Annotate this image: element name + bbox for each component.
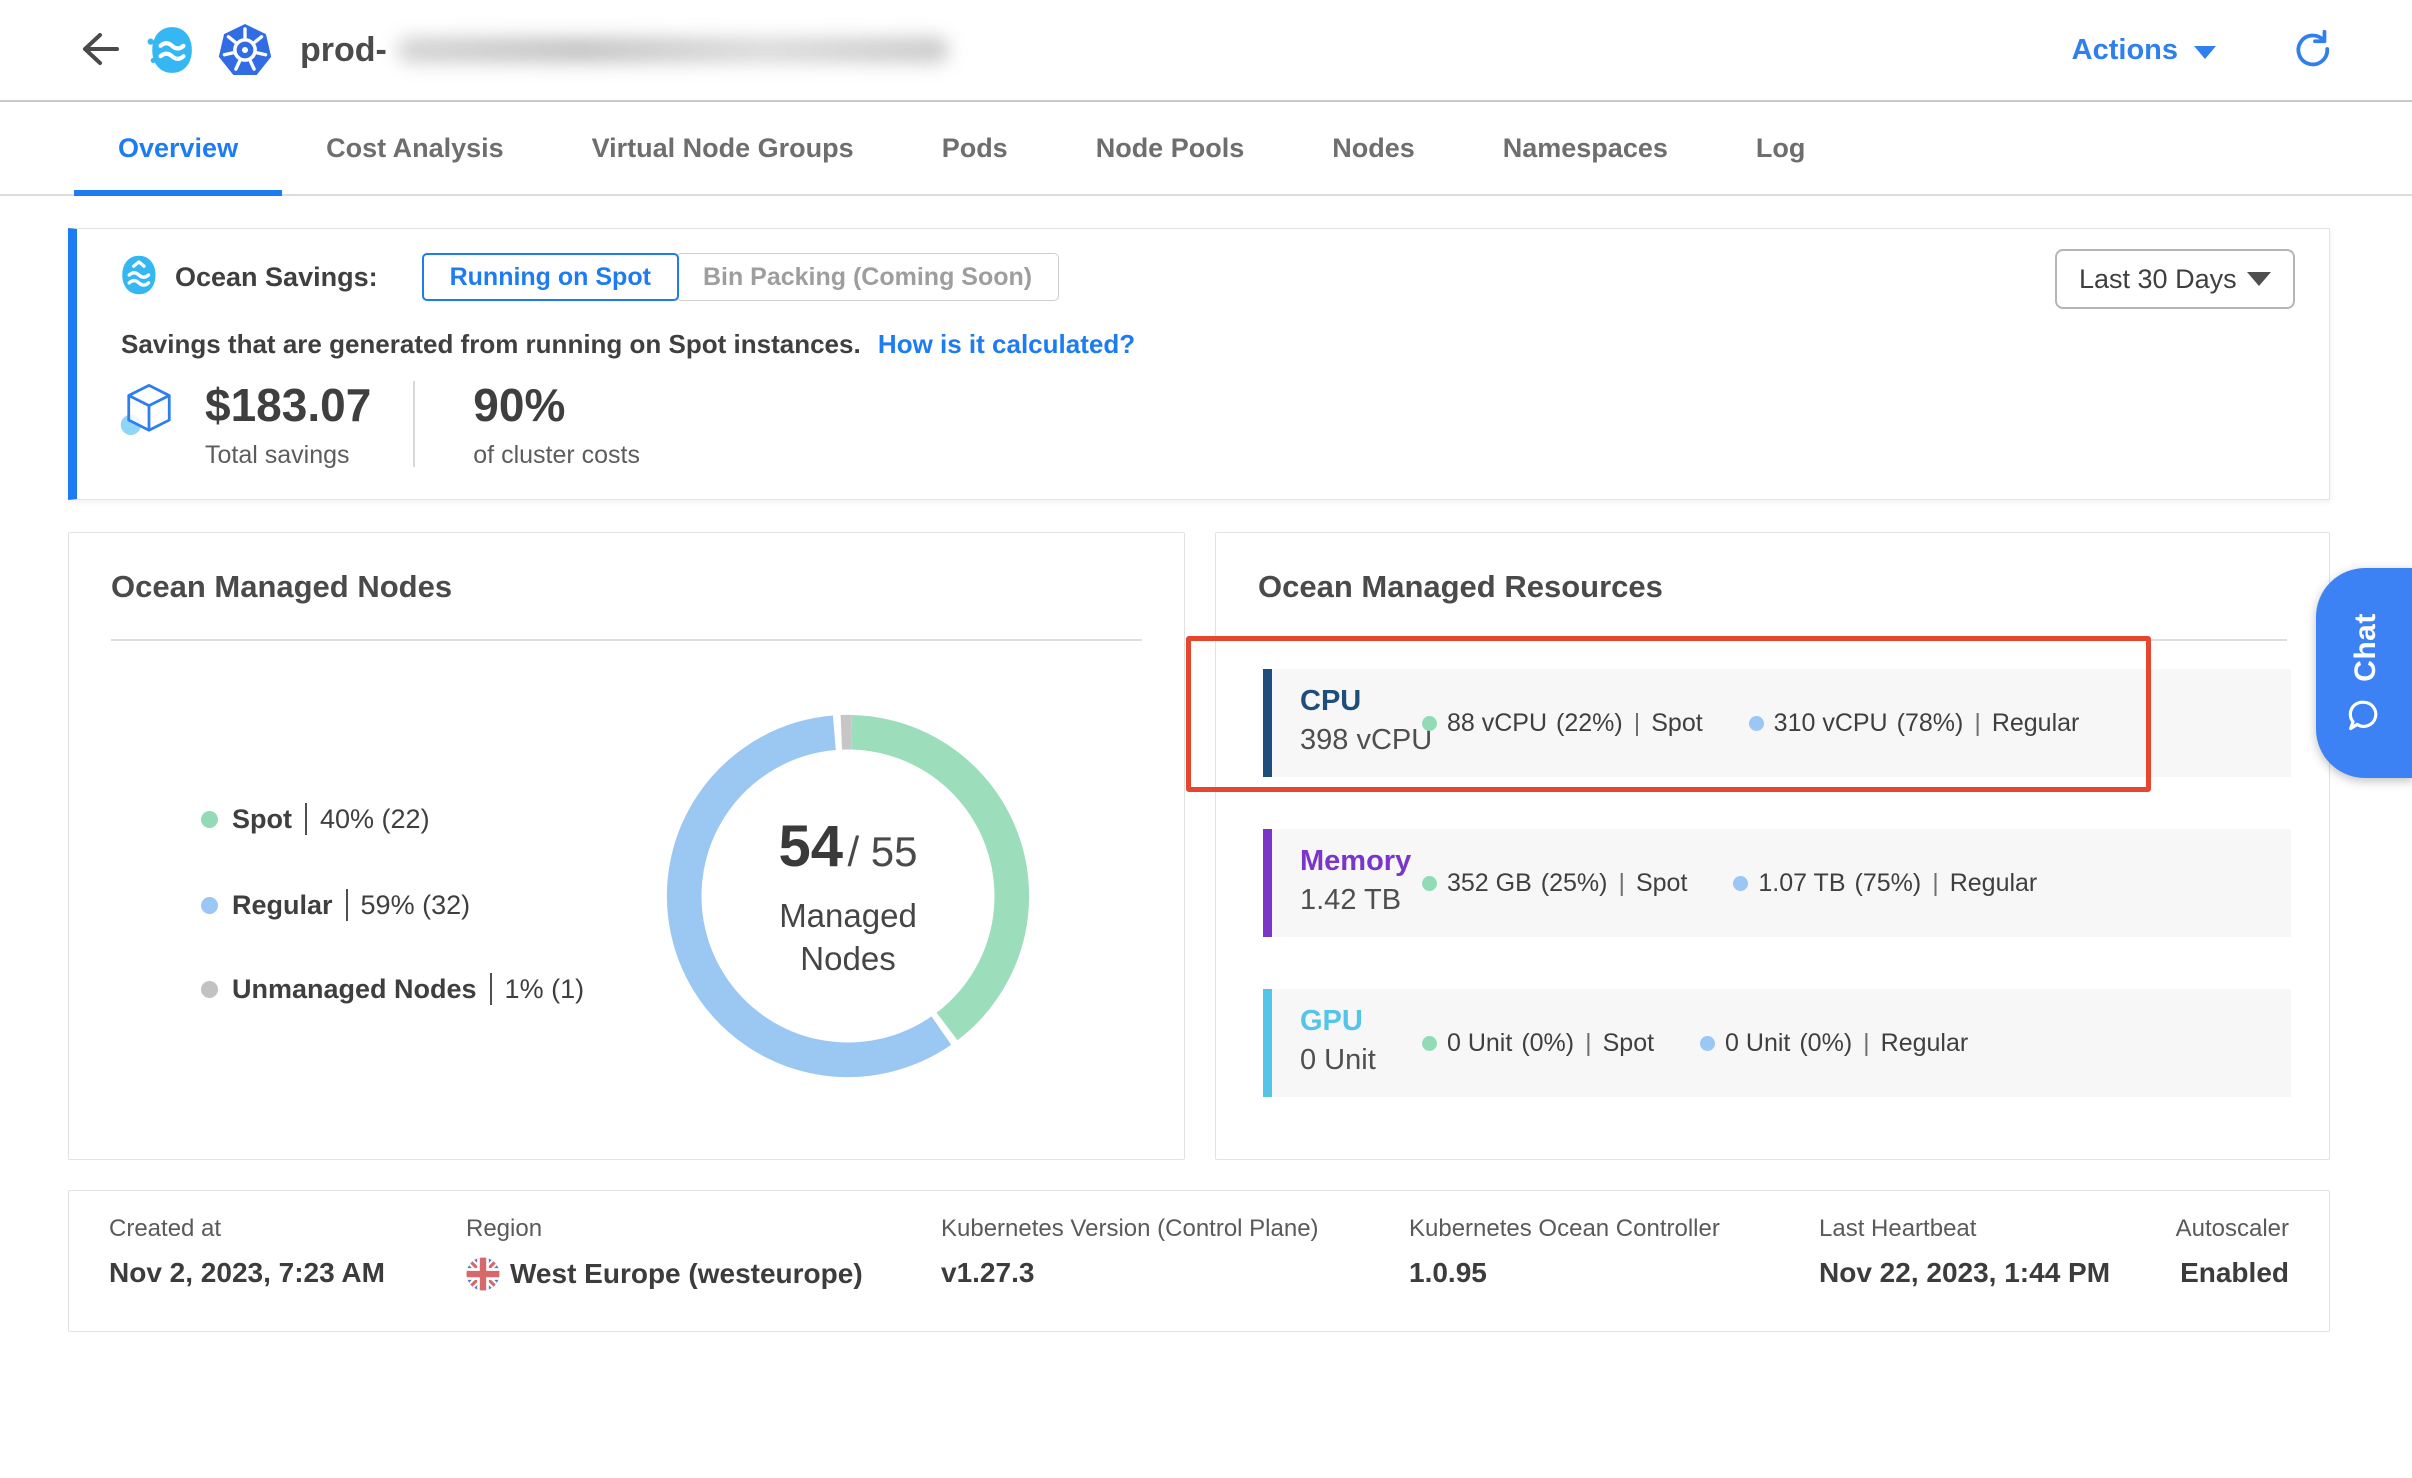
memory-regular-metric: 1.07 TB (75%) | Regular [1733, 869, 2037, 898]
resource-row-gpu: GPU 0 Unit 0 Unit (0%) | Spot 0 Unit (0%… [1263, 989, 2291, 1097]
legend-separator [490, 973, 492, 1005]
time-range-dropdown[interactable]: Last 30 Days [2055, 249, 2295, 309]
tab-bar: Overview Cost Analysis Virtual Node Grou… [0, 102, 2412, 196]
savings-header-row: Ocean Savings: Running on Spot Bin Packi… [117, 253, 1059, 301]
uk-flag-icon [466, 1257, 500, 1291]
cluster-meta-footer: Created at Nov 2, 2023, 7:23 AM Region [68, 1190, 2330, 1332]
actions-label: Actions [2072, 34, 2178, 67]
memory-label: Memory [1300, 842, 1411, 880]
resource-row-memory: Memory 1.42 TB 352 GB (25%) | Spot 1.07 … [1263, 829, 2291, 937]
cluster-costs-stat: 90% of cluster costs [473, 379, 640, 470]
memory-total: 1.42 TB [1300, 880, 1411, 920]
spot-dot-icon [1422, 716, 1437, 731]
stat-divider [413, 381, 415, 467]
gpu-total: 0 Unit [1300, 1040, 1376, 1080]
cpu-label: CPU [1300, 682, 1432, 720]
managed-nodes-count: 54 [778, 814, 843, 879]
ocean-managed-nodes-card: Ocean Managed Nodes Spot 40% (22) Regula… [68, 532, 1185, 1160]
chat-label: Chat [2348, 613, 2382, 682]
legend-item-regular: Regular 59% (32) [201, 885, 470, 925]
savings-description-row: Savings that are generated from running … [121, 329, 1135, 360]
cpu-spot-metric: 88 vCPU (22%) | Spot [1422, 709, 1703, 738]
regular-dot-icon [1700, 1036, 1715, 1051]
memory-spot-metric: 352 GB (25%) | Spot [1422, 869, 1687, 898]
page-title: prod- [300, 31, 949, 70]
cpu-total: 398 vCPU [1300, 720, 1432, 760]
ocean-logo-icon [146, 25, 196, 75]
savings-cube-icon [117, 379, 181, 448]
meta-created-at: Created at Nov 2, 2023, 7:23 AM [109, 1215, 385, 1289]
ocean-cluster-overview-page: prod- Actions Overview Cost Analysis Vir… [0, 0, 2412, 1478]
toggle-running-on-spot[interactable]: Running on Spot [422, 253, 679, 301]
tab-node-pools[interactable]: Node Pools [1052, 102, 1289, 194]
regular-dot-icon [1733, 876, 1748, 891]
legend-separator [346, 889, 348, 921]
meta-k8s-version: Kubernetes Version (Control Plane) v1.27… [941, 1215, 1319, 1289]
card-divider [1258, 639, 2287, 641]
spot-dot-icon [1422, 1036, 1437, 1051]
donut-center-text: 54 / 55 Managed Nodes [666, 714, 1030, 1078]
kubernetes-logo-icon [218, 23, 272, 77]
managed-nodes-center-label: Managed Nodes [743, 894, 953, 980]
card-divider [111, 639, 1142, 641]
legend-item-unmanaged: Unmanaged Nodes 1% (1) [201, 969, 584, 1009]
meta-autoscaler: Autoscaler Enabled [2176, 1215, 2289, 1289]
ocean-savings-icon [117, 254, 159, 301]
ocean-savings-banner: Ocean Savings: Running on Spot Bin Packi… [68, 228, 2330, 500]
meta-ocean-controller: Kubernetes Ocean Controller 1.0.95 [1409, 1215, 1720, 1289]
ocean-managed-resources-card: Ocean Managed Resources CPU 398 vCPU 88 … [1215, 532, 2330, 1160]
regular-legend-dot [201, 897, 218, 914]
managed-nodes-donut-chart: 54 / 55 Managed Nodes [666, 714, 1030, 1078]
autoscaler-status: Enabled [2180, 1257, 2289, 1289]
total-savings-stat: $183.07 Total savings [205, 379, 371, 470]
arrow-left-icon [79, 31, 121, 70]
tab-namespaces[interactable]: Namespaces [1459, 102, 1712, 194]
tab-cost-analysis[interactable]: Cost Analysis [282, 102, 548, 194]
chat-bubble-icon [2346, 697, 2385, 733]
spot-dot-icon [1422, 876, 1437, 891]
refresh-button[interactable] [2290, 29, 2330, 72]
refresh-icon [2290, 29, 2330, 72]
tab-nodes[interactable]: Nodes [1288, 102, 1459, 194]
managed-nodes-total: / 55 [847, 828, 917, 875]
managed-nodes-title: Ocean Managed Nodes [111, 569, 452, 605]
savings-section-label: Ocean Savings: [175, 262, 378, 293]
unmanaged-legend-dot [201, 981, 218, 998]
top-bar: prod- Actions [0, 0, 2412, 102]
total-savings-label: Total savings [205, 441, 371, 470]
meta-last-heartbeat: Last Heartbeat Nov 22, 2023, 1:44 PM [1819, 1215, 2110, 1289]
chevron-down-icon [2247, 272, 2271, 286]
tab-pods[interactable]: Pods [898, 102, 1052, 194]
top-bar-actions: Actions [2072, 0, 2330, 100]
meta-region: Region West Europe (westeurope) [466, 1215, 863, 1291]
savings-stats-row: $183.07 Total savings 90% of cluster cos… [117, 379, 640, 470]
tab-virtual-node-groups[interactable]: Virtual Node Groups [548, 102, 898, 194]
managed-resources-title: Ocean Managed Resources [1258, 569, 1663, 605]
tab-log[interactable]: Log [1712, 102, 1849, 194]
time-range-value: Last 30 Days [2079, 264, 2237, 295]
cluster-name-prefix: prod- [300, 31, 387, 70]
legend-item-spot: Spot 40% (22) [201, 799, 430, 839]
cluster-name-redacted [397, 37, 949, 63]
how-calculated-link[interactable]: How is it calculated? [878, 329, 1135, 359]
cluster-costs-label: of cluster costs [473, 441, 640, 470]
resource-row-cpu: CPU 398 vCPU 88 vCPU (22%) | Spot 310 vC… [1263, 669, 2291, 777]
toggle-bin-packing[interactable]: Bin Packing (Coming Soon) [676, 253, 1059, 301]
savings-description: Savings that are generated from running … [121, 329, 861, 359]
legend-separator [305, 803, 307, 835]
gpu-regular-metric: 0 Unit (0%) | Regular [1700, 1029, 1968, 1058]
gpu-label: GPU [1300, 1002, 1376, 1040]
cpu-regular-metric: 310 vCPU (78%) | Regular [1749, 709, 2080, 738]
chat-button[interactable]: Chat [2316, 568, 2412, 778]
savings-view-toggle: Running on Spot Bin Packing (Coming Soon… [422, 253, 1060, 301]
back-button[interactable] [76, 26, 124, 74]
spot-legend-dot [201, 811, 218, 828]
regular-dot-icon [1749, 716, 1764, 731]
gpu-spot-metric: 0 Unit (0%) | Spot [1422, 1029, 1654, 1058]
chevron-down-icon [2194, 46, 2216, 59]
total-savings-value: $183.07 [205, 379, 371, 431]
actions-menu-button[interactable]: Actions [2072, 34, 2216, 67]
tab-overview[interactable]: Overview [74, 102, 282, 194]
cluster-costs-value: 90% [473, 379, 640, 431]
